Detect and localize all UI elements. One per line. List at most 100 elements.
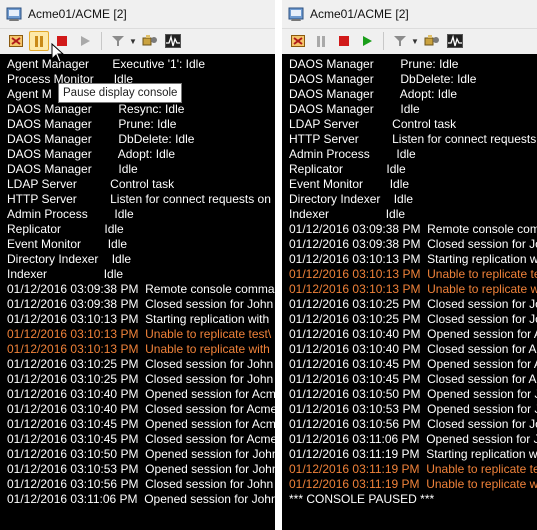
console-lines: Agent Manager Executive '1': Idle Process… [7,57,275,507]
console-line: HTTP Server Listen for connect requests [289,132,537,146]
play-icon [81,36,90,46]
console-line: DAOS Manager DbDelete: Idle [7,132,195,146]
play-icon [363,36,372,46]
console-line: 01/12/2016 03:10:40 PM Closed session fo… [289,342,537,356]
toolbar: ▼ [282,28,537,53]
console-line: HTTP Server Listen for connect requests … [7,192,271,206]
console-line: Admin Process Idle [289,147,416,161]
console-line: Indexer Idle [289,207,406,221]
console-line: 01/12/2016 03:10:53 PM Opened session fo… [7,462,275,476]
console-line: DAOS Manager Resync: Idle [7,102,185,116]
stop-server-icon [9,35,23,47]
window-title: Acme01/ACME [2] [28,7,127,21]
console-line-warning: 01/12/2016 03:10:13 PM Unable to replica… [7,342,270,356]
performance-button[interactable] [163,31,183,51]
console-window-right: Acme01/ACME [2] ▼ DAOS Manager Prune: Id… [282,0,537,530]
console-line: 01/12/2016 03:09:38 PM Closed session fo… [7,297,275,311]
stop-server-button[interactable] [288,31,308,51]
console-line: 01/12/2016 03:10:53 PM Opened session fo… [289,402,537,416]
console-line-warning: 01/12/2016 03:10:13 PM Unable to replica… [289,282,537,296]
toolbar-separator [101,32,102,50]
console-output[interactable]: Agent Manager Executive '1': Idle Process… [0,54,275,530]
console-output[interactable]: DAOS Manager Prune: Idle DAOS Manager DbD… [282,54,537,530]
pause-icon [317,36,325,47]
settings-button[interactable] [140,31,160,51]
console-line: *** CONSOLE PAUSED *** [289,492,435,506]
console-line: Event Monitor Idle [7,237,128,251]
console-line: DAOS Manager Idle [7,162,138,176]
console-line: Admin Process Idle [7,207,134,221]
console-line: 01/12/2016 03:10:45 PM Opened session fo… [7,417,275,431]
performance-button[interactable] [445,31,465,51]
play-button[interactable] [75,31,95,51]
console-line-warning: 01/12/2016 03:11:19 PM Unable to replica… [289,462,537,476]
window-title: Acme01/ACME [2] [310,7,409,21]
stop-server-icon [291,35,305,47]
console-line: 01/12/2016 03:10:45 PM Opened session fo… [289,357,537,371]
filter-button[interactable] [390,31,410,51]
toolbar-separator [383,32,384,50]
console-line: 01/12/2016 03:10:25 PM Closed session fo… [289,312,537,326]
console-line: Agent Manager Executive '1': Idle [7,57,206,71]
console-line-warning: 01/12/2016 03:10:13 PM Unable to replica… [289,267,537,281]
console-line: 01/12/2016 03:09:38 PM Remote console co… [289,222,537,236]
console-line: 01/12/2016 03:10:25 PM Closed session fo… [7,357,275,371]
performance-icon [446,34,463,48]
console-line: 01/12/2016 03:10:56 PM Closed session fo… [7,477,274,491]
console-line: 01/12/2016 03:10:40 PM Opened session fo… [7,387,275,401]
console-line: 01/12/2016 03:10:56 PM Closed session fo… [289,417,537,431]
settings-icon [424,35,439,46]
console-line: Replicator Idle [289,162,406,176]
console-line: 01/12/2016 03:10:50 PM Opened session fo… [289,387,537,401]
console-line: Event Monitor Idle [289,177,410,191]
console-line: DAOS Manager Prune: Idle [7,117,177,131]
app-icon [288,6,304,22]
stop-server-button[interactable] [6,31,26,51]
console-line: 01/12/2016 03:10:50 PM Opened session fo… [7,447,275,461]
stop-button[interactable] [334,31,354,51]
console-line: DAOS Manager DbDelete: Idle [289,72,477,86]
console-line: DAOS Manager Adopt: Idle [7,147,176,161]
console-line: DAOS Manager Adopt: Idle [289,87,458,101]
console-line: LDAP Server Control task [7,177,175,191]
console-line: 01/12/2016 03:10:45 PM Closed session fo… [289,372,537,386]
console-line: Indexer Idle [7,267,124,281]
console-line: Directory Indexer Idle [7,252,132,266]
console-line: 01/12/2016 03:11:06 PM Opened session fo… [7,492,275,506]
console-line: 01/12/2016 03:10:13 PM Starting replicat… [289,252,537,266]
console-line: Directory Indexer Idle [289,192,414,206]
console-line: 01/12/2016 03:10:45 PM Closed session fo… [7,432,275,446]
play-button[interactable] [357,31,377,51]
window-titlebar: Acme01/ACME [2] [282,0,537,28]
console-line: 01/12/2016 03:10:25 PM Closed session fo… [7,372,275,386]
filter-icon [394,36,406,46]
console-line: 01/12/2016 03:11:06 PM Opened session fo… [289,432,537,446]
console-line: DAOS Manager Idle [289,102,420,116]
pause-button[interactable] [29,31,49,51]
window-titlebar: Acme01/ACME [2] [0,0,275,28]
console-lines: DAOS Manager Prune: Idle DAOS Manager DbD… [289,57,537,507]
stop-icon [339,36,349,46]
console-line-warning: 01/12/2016 03:10:13 PM Unable to replica… [7,327,272,341]
console-window-left: Acme01/ACME [2] ▼ Agent Manager Executiv… [0,0,275,530]
console-line: 01/12/2016 03:10:40 PM Opened session fo… [289,327,537,341]
pause-button[interactable] [311,31,331,51]
app-icon [6,6,22,22]
console-line-warning: 01/12/2016 03:11:19 PM Unable to replica… [289,477,537,491]
console-line: 01/12/2016 03:10:13 PM Starting replicat… [7,312,270,326]
console-line: 01/12/2016 03:09:38 PM Closed session fo… [289,237,537,251]
settings-button[interactable] [422,31,442,51]
performance-icon [164,34,181,48]
filter-icon [112,36,124,46]
console-line: 01/12/2016 03:10:40 PM Closed session fo… [7,402,275,416]
console-line: DAOS Manager Prune: Idle [289,57,459,71]
console-line: Replicator Idle [7,222,124,236]
filter-button[interactable] [108,31,128,51]
toolbar: ▼ [0,28,275,53]
console-line: 01/12/2016 03:10:25 PM Closed session fo… [289,297,537,311]
console-line: LDAP Server Control task [289,117,457,131]
chevron-down-icon[interactable]: ▼ [129,37,137,46]
chevron-down-icon[interactable]: ▼ [411,37,419,46]
mouse-cursor-icon [51,43,65,63]
console-line: 01/12/2016 03:09:38 PM Remote console co… [7,282,275,296]
